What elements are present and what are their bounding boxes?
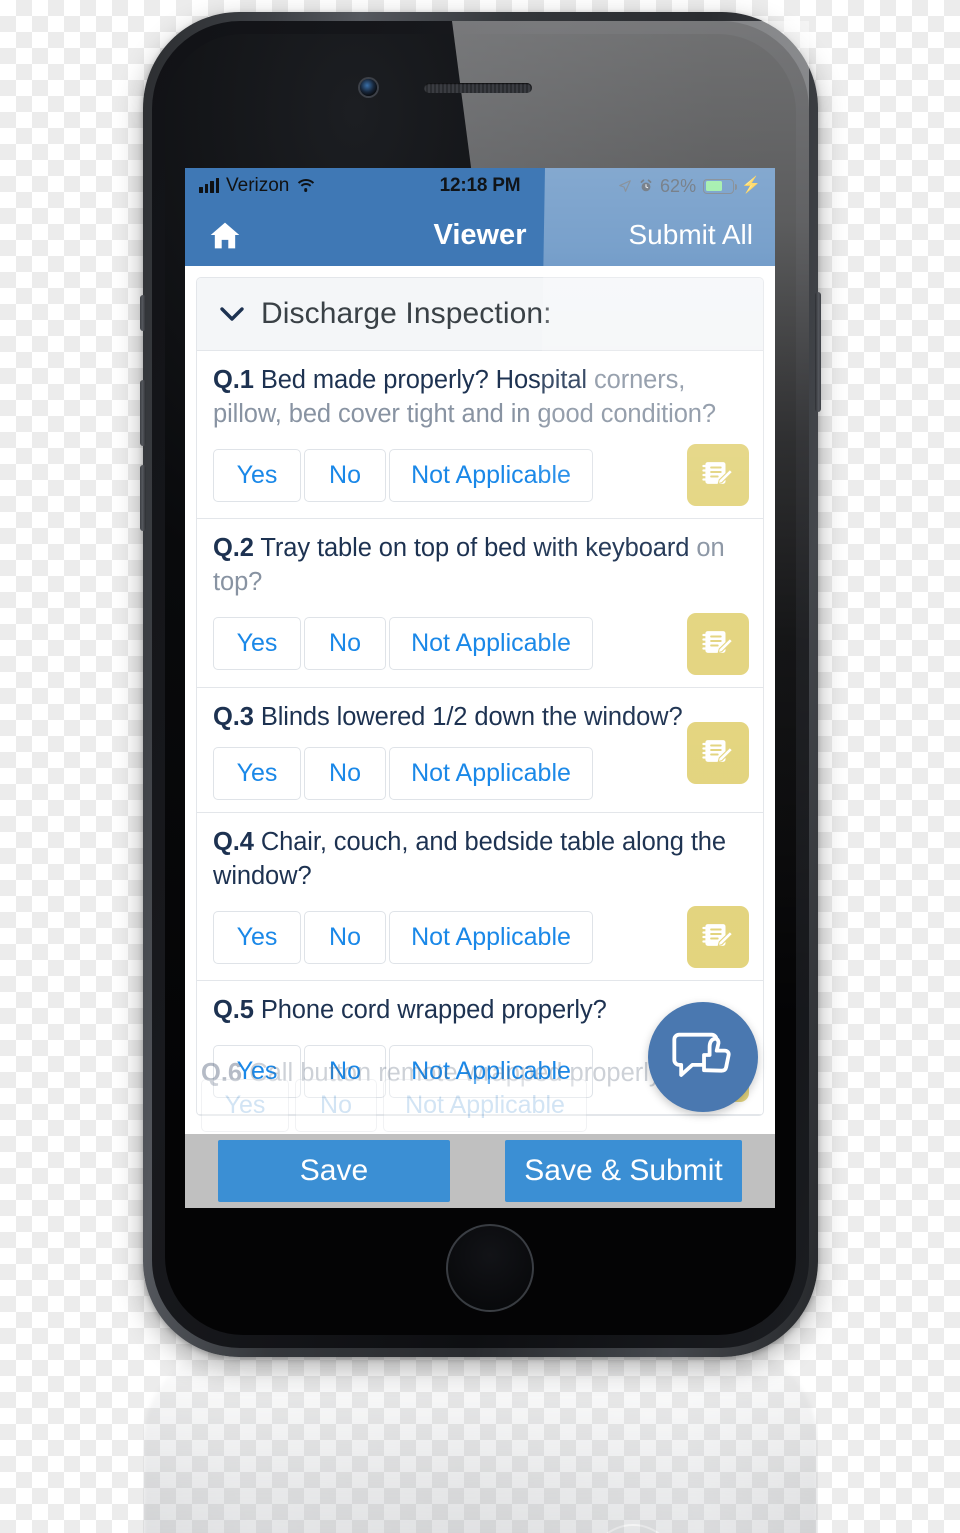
question-number: Q.4	[213, 827, 254, 856]
question-row: Q.3 Blinds lowered 1/2 down the window? …	[197, 688, 763, 813]
bottom-action-bar: Save Save & Submit	[185, 1134, 775, 1208]
save-button[interactable]: Save	[218, 1140, 450, 1202]
option-no[interactable]: No	[304, 910, 386, 964]
option-yes[interactable]: Yes	[213, 1044, 301, 1098]
question-body-strong: Blinds lowered 1/2 down the window?	[260, 702, 683, 731]
option-not-applicable[interactable]: Not Applicable	[389, 746, 593, 800]
question-text: Q.4 Chair, couch, and bedside table alon…	[213, 825, 749, 893]
question-body-strong: Chair, couch, and bedside table along th…	[213, 827, 726, 890]
answer-options: Yes No Not Applicable	[213, 722, 749, 800]
save-and-submit-button[interactable]: Save & Submit	[505, 1140, 742, 1202]
section-title: Discharge Inspection:	[261, 297, 552, 330]
location-arrow-icon	[619, 180, 631, 192]
notepad-pencil-icon	[702, 462, 734, 485]
answer-options: Yes No Not Applicable	[213, 906, 749, 969]
answer-options: Yes No Not Applicable	[213, 612, 749, 675]
section-header[interactable]: Discharge Inspection:	[197, 278, 763, 351]
option-yes[interactable]: Yes	[213, 448, 301, 502]
option-yes[interactable]: Yes	[213, 746, 301, 800]
question-number: Q.3	[213, 702, 254, 731]
question-text: Q.2 Tray table on top of bed with keyboa…	[213, 531, 749, 599]
note-button[interactable]	[687, 722, 749, 785]
wifi-icon	[296, 179, 315, 194]
silent-switch[interactable]	[140, 295, 146, 331]
volume-up-button[interactable]	[140, 380, 146, 446]
lightning-bolt-icon: ⚡	[741, 177, 761, 194]
signal-bars-icon	[199, 178, 219, 193]
device-reflection	[143, 1346, 818, 1533]
thumbs-up-chat-icon	[672, 1032, 731, 1077]
battery-icon	[703, 178, 738, 194]
option-not-applicable[interactable]: Not Applicable	[389, 617, 593, 671]
option-no[interactable]: No	[304, 746, 386, 800]
question-body-strong: Tray table on top of bed with keyboard	[260, 534, 690, 563]
submit-all-button[interactable]: Submit All	[629, 219, 754, 251]
home-icon	[210, 222, 240, 248]
question-body-strong: Phone cord wrapped properly?	[260, 996, 607, 1025]
option-no[interactable]: No	[304, 617, 386, 671]
question-number: Q.2	[213, 534, 254, 563]
option-no[interactable]: No	[304, 1044, 386, 1098]
inspection-card: Discharge Inspection: Q.1 Bed made prope…	[196, 277, 764, 1117]
option-no[interactable]: No	[304, 448, 386, 502]
question-body-strong: Bed made properly? Hospital	[260, 366, 587, 394]
answer-options: Yes No Not Applicable	[213, 444, 749, 507]
question-number: Q.1	[213, 366, 254, 394]
front-camera-icon	[360, 79, 377, 96]
notepad-pencil-icon	[702, 630, 734, 653]
home-button-nav[interactable]	[207, 219, 261, 252]
feedback-fab-button[interactable]	[648, 1002, 758, 1112]
question-text: Q.1 Bed made properly? Hospital corners,…	[213, 363, 749, 431]
status-bar-clock: 12:18 PM	[439, 175, 521, 196]
phone-screen: Verizon 12:18 PM 62% ⚡ Viewer Submit All	[185, 168, 775, 1208]
carrier-label: Verizon	[226, 175, 290, 196]
home-button[interactable]	[446, 1224, 534, 1312]
question-body-faded: condition?	[600, 400, 716, 429]
form-content-area: Discharge Inspection: Q.1 Bed made prope…	[185, 266, 775, 1134]
alarm-clock-icon	[640, 179, 652, 192]
status-bar: Verizon 12:18 PM 62% ⚡	[185, 168, 775, 204]
notepad-pencil-icon	[702, 740, 734, 763]
option-not-applicable[interactable]: Not Applicable	[389, 1044, 593, 1098]
option-not-applicable[interactable]: Not Applicable	[389, 448, 593, 502]
earpiece-speaker	[424, 83, 532, 93]
option-yes[interactable]: Yes	[213, 910, 301, 964]
note-button[interactable]	[687, 612, 749, 675]
power-button[interactable]	[815, 292, 821, 412]
question-text: Q.3 Blinds lowered 1/2 down the window?	[213, 700, 749, 734]
app-navigation-bar: Viewer Submit All	[185, 204, 775, 266]
option-yes[interactable]: Yes	[213, 617, 301, 671]
question-number: Q.5	[213, 996, 254, 1025]
chevron-down-icon	[220, 307, 244, 321]
option-not-applicable[interactable]: Not Applicable	[389, 910, 593, 964]
note-button[interactable]	[687, 906, 749, 969]
battery-percent-label: 62%	[660, 175, 697, 196]
question-row: Q.4 Chair, couch, and bedside table alon…	[197, 813, 763, 982]
notepad-pencil-icon	[702, 924, 734, 947]
question-row: Q.1 Bed made properly? Hospital corners,…	[197, 351, 763, 520]
question-row: Q.2 Tray table on top of bed with keyboa…	[197, 519, 763, 688]
note-button[interactable]	[687, 444, 749, 507]
volume-down-button[interactable]	[140, 465, 146, 531]
